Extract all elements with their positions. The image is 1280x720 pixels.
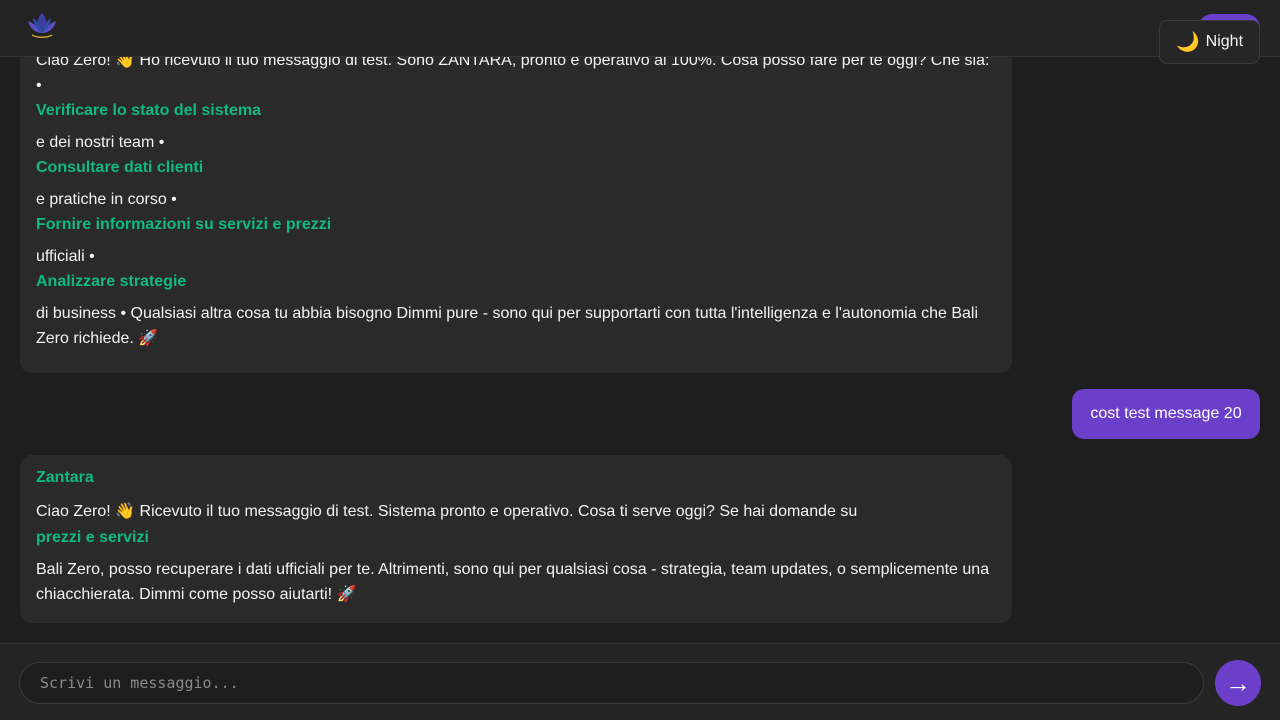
- message-input[interactable]: [19, 662, 1204, 704]
- theme-toggle-label: Night: [1205, 33, 1244, 50]
- chat-messages: Ciao Zero! 👋 Ho ricevuto il tuo messaggi…: [0, 0, 1280, 643]
- topic-link[interactable]: prezzi e servizi: [36, 527, 996, 549]
- message-text: Bali Zero, posso recuperare i dati uffic…: [36, 561, 990, 603]
- lotus-icon[interactable]: [24, 9, 60, 41]
- send-button[interactable]: →: [1215, 660, 1261, 706]
- topic-link[interactable]: Fornire informazioni su servizi e prezzi: [36, 214, 996, 236]
- user-message-text: cost test message 20: [1090, 405, 1242, 422]
- message-text: e dei nostri team •: [36, 134, 165, 151]
- moon-icon: 🌙: [1175, 31, 1200, 53]
- topic-link[interactable]: Consultare dati clienti: [36, 157, 996, 179]
- theme-toggle-button[interactable]: 🌙 Night: [1159, 20, 1260, 64]
- app-header: [0, 0, 1280, 57]
- sender-name: Zantara: [36, 469, 94, 486]
- message-text: ufficiali •: [36, 248, 95, 265]
- topic-link[interactable]: Analizzare strategie: [36, 271, 996, 293]
- topic-link[interactable]: Verificare lo stato del sistema: [36, 100, 996, 122]
- message-text: e pratiche in corso •: [36, 191, 177, 208]
- arrow-right-icon: →: [1225, 668, 1251, 698]
- composer-bar: →: [0, 643, 1280, 720]
- assistant-message: Zantara Ciao Zero! 👋 Ricevuto il tuo mes…: [20, 455, 1012, 623]
- assistant-message: Ciao Zero! 👋 Ho ricevuto il tuo messaggi…: [20, 38, 1012, 373]
- user-message: cost test message 20: [1072, 389, 1260, 439]
- message-text: Ciao Zero! 👋 Ricevuto il tuo messaggio d…: [36, 503, 858, 520]
- message-text: di business • Qualsiasi altra cosa tu ab…: [36, 305, 978, 347]
